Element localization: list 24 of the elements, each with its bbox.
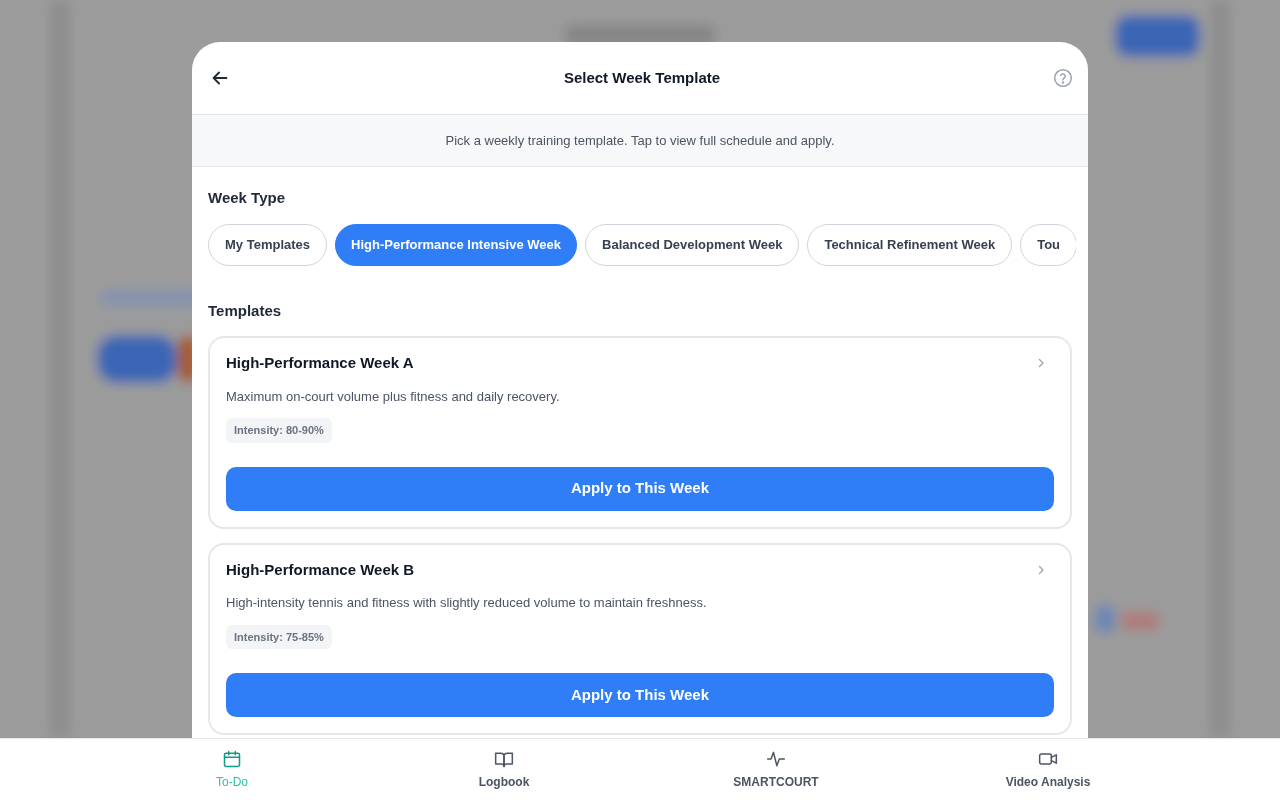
filter-chip[interactable]: Technical Refinement Week	[807, 223, 1013, 266]
filter-chip[interactable]: Tou	[1020, 223, 1076, 266]
template-card[interactable]: High-Performance Week B High-intensity tennis and fitness with slightly reduced volume to maintain freshness. Intensity: 75-85% Apply to This Week	[208, 542, 1072, 735]
card-title: High-Performance Week A	[226, 353, 414, 373]
nav-tab[interactable]: SMARTCOURT	[733, 739, 819, 800]
dialog-title: Select Week Template	[563, 67, 721, 88]
card-title: High-Performance Week B	[226, 559, 415, 580]
calendar-icon	[222, 748, 242, 769]
section-heading: Templates	[208, 300, 283, 321]
intensity-tag: Intensity: 80-90%	[226, 418, 332, 443]
instruction-text: Pick a weekly training template. Tap to view full schedule and apply.	[445, 131, 835, 150]
intensity-tag: Intensity: 75-85%	[226, 624, 332, 649]
filter-chip[interactable]: My Templates	[208, 223, 327, 266]
apply-button[interactable]: Apply to This Week	[226, 466, 1054, 511]
filter-chip[interactable]: High-Performance Intensive Week	[335, 223, 577, 266]
nav-tab[interactable]: Video Analysis	[1005, 739, 1091, 800]
section-heading: Week Type	[208, 188, 286, 208]
template-card[interactable]: High-Performance Week A Maximum on-court volume plus fitness and daily recovery. Intensity: 80-90% Apply to This Week	[208, 336, 1072, 529]
filter-chip[interactable]: Balanced Development Week	[585, 223, 800, 266]
nav-tab[interactable]: Logbook	[478, 739, 530, 800]
help-icon[interactable]	[1052, 67, 1074, 89]
card-description: Maximum on-court volume plus fitness and daily recovery.	[226, 387, 561, 406]
apply-button[interactable]: Apply to This Week	[226, 673, 1054, 717]
card-description: High-intensity tennis and fitness with slightly reduced volume to maintain freshness.	[226, 594, 708, 612]
